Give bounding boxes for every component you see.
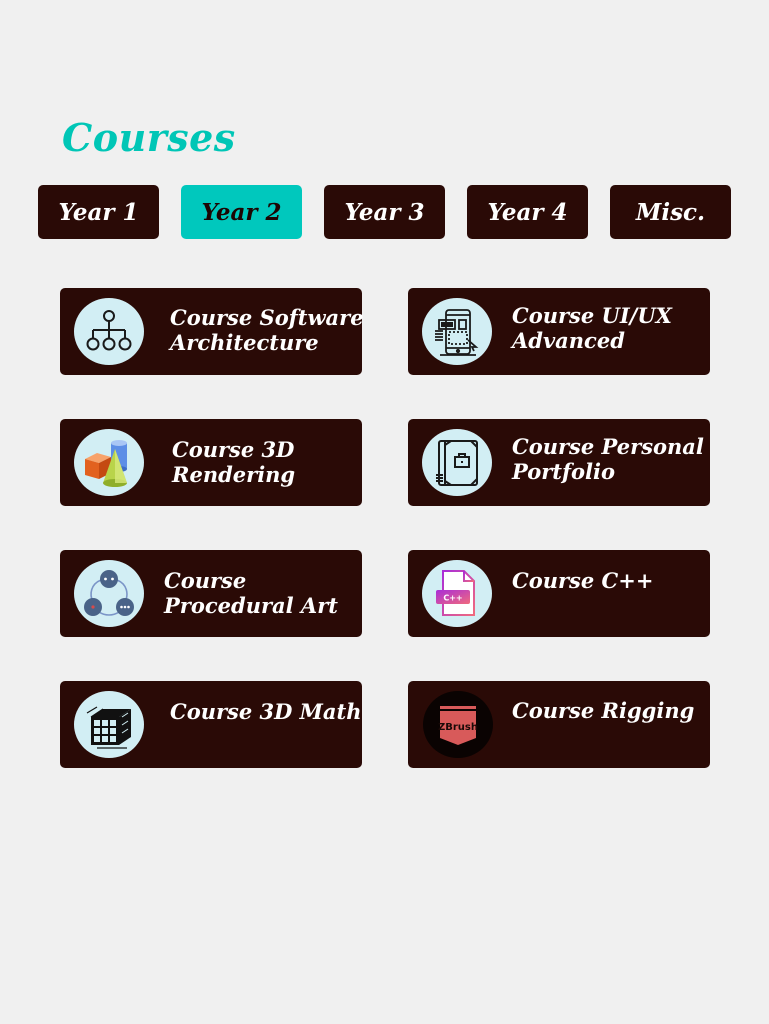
course-label: Course 3D Rendering <box>172 437 296 487</box>
course-label: Course 3D Math <box>170 699 362 724</box>
hierarchy-icon <box>74 298 144 365</box>
tab-year-1[interactable]: Year 1 <box>38 185 159 239</box>
course-card-procedural-art[interactable]: Course Procedural Art <box>60 550 362 637</box>
course-label: Course Personal Portfolio <box>512 434 704 484</box>
cpp-file-icon: C++ <box>422 560 492 627</box>
tab-misc[interactable]: Misc. <box>610 185 731 239</box>
3d-grid-cube-icon <box>74 691 144 758</box>
tab-year-4[interactable]: Year 4 <box>467 185 588 239</box>
course-label: Course Software Architecture <box>170 305 364 355</box>
zbrush-logo-icon: ZBrush <box>423 691 493 758</box>
page-title: Courses <box>62 115 236 160</box>
course-card-personal-portfolio[interactable]: Course Personal Portfolio <box>408 419 710 506</box>
course-card-software-architecture[interactable]: Course Software Architecture <box>60 288 364 375</box>
portfolio-icon <box>422 429 492 496</box>
course-label: Course UI/UX Advanced <box>512 303 672 353</box>
course-card-ui-ux-advanced[interactable]: Course UI/UX Advanced <box>408 288 710 375</box>
course-card-3d-rendering[interactable]: Course 3D Rendering <box>60 419 362 506</box>
svg-text:C++: C++ <box>443 593 462 602</box>
svg-text:ZBrush: ZBrush <box>438 722 478 733</box>
course-label: Course Rigging <box>512 698 695 723</box>
course-label: Course Procedural Art <box>164 568 338 618</box>
course-card-rigging[interactable]: ZBrush Course Rigging <box>408 681 710 768</box>
3d-shapes-icon <box>74 429 144 496</box>
tab-year-2[interactable]: Year 2 <box>181 185 302 239</box>
course-label: Course C++ <box>512 568 654 593</box>
course-card-3d-math[interactable]: Course 3D Math <box>60 681 362 768</box>
tab-year-3[interactable]: Year 3 <box>324 185 445 239</box>
course-card-cpp[interactable]: C++ Course C++ <box>408 550 710 637</box>
network-nodes-icon <box>74 560 144 627</box>
ui-devices-icon <box>422 298 492 365</box>
